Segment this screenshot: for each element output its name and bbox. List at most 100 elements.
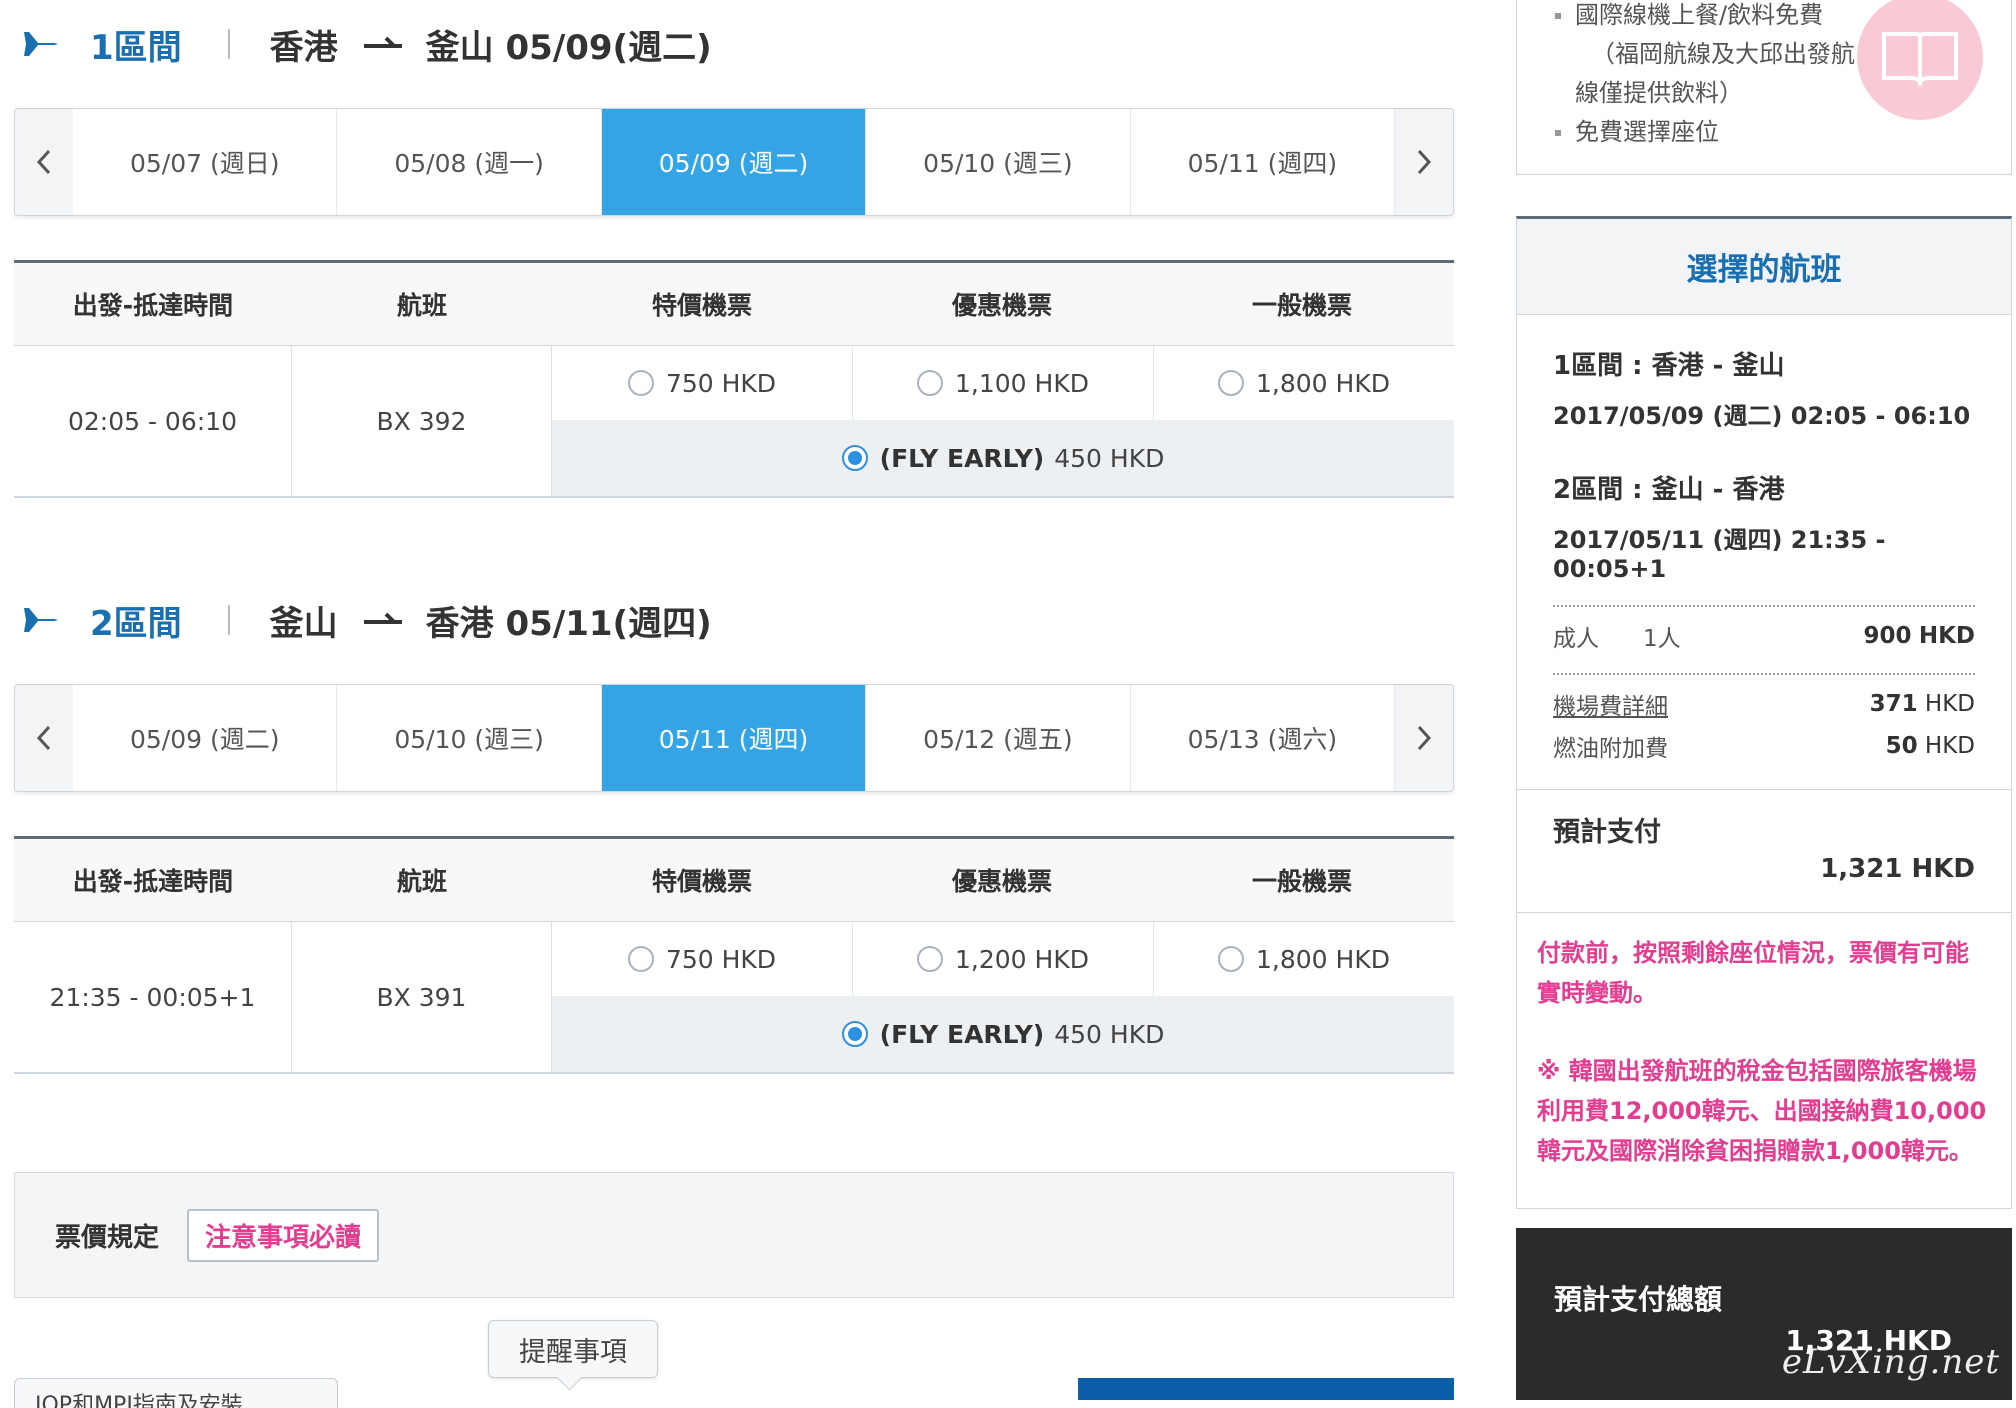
fuel-surcharge-row: 燃油附加費 50 HKD — [1553, 731, 1975, 762]
adult-count: 1人 — [1643, 626, 1681, 652]
airport-fee-row: 機場費詳細 371 HKD — [1553, 687, 1975, 721]
fare-radio-selected[interactable] — [841, 1021, 868, 1047]
date-tab[interactable]: 05/13 (週六) — [1130, 685, 1396, 791]
fuel-surcharge-label: 燃油附加費 — [1553, 736, 1668, 762]
table-row: 21:35 - 00:05+1 BX 391 750 HKD 1,200 HKD… — [14, 922, 1454, 1074]
origin-city: 香港 — [269, 27, 338, 68]
date-tab[interactable]: 05/09 (週二) — [73, 685, 338, 791]
column-header: 航班 — [396, 867, 447, 896]
table-row: 02:05 - 06:10 BX 392 750 HKD 1,100 HKD 1… — [14, 346, 1454, 498]
fare-price: 1,100 HKD — [955, 368, 1089, 398]
fare-radio[interactable] — [1218, 370, 1245, 396]
summary-seg1-detail: 2017/05/09 (週二) 02:05 - 06:10 — [1553, 402, 1971, 430]
watermark: eLvXing.net — [1781, 1342, 2000, 1382]
fare-price: 1,800 HKD — [1256, 944, 1390, 974]
fare-radio[interactable] — [917, 946, 944, 972]
fare-price: 750 HKD — [665, 944, 777, 974]
column-header: 航班 — [396, 291, 447, 320]
fare-option-fly-early[interactable]: (FLY EARLY) 450 HKD — [552, 996, 1454, 1072]
jop-mpi-guide-tab[interactable]: JOP和MPI指南及安裝 — [14, 1378, 338, 1408]
adult-amount: 900 — [1863, 623, 1912, 649]
summary-seg1-title: 1區間 : 香港 - 釜山 — [1553, 351, 1785, 381]
fare-radio[interactable] — [627, 946, 654, 972]
primary-action-bar[interactable] — [1078, 1378, 1454, 1400]
list-item: 免費選擇座位 — [1555, 113, 1855, 152]
column-header: 一般機票 — [1251, 867, 1352, 896]
segment1-flight-table: 出發-抵達時間 航班 特價機票 優惠機票 一般機票 02:05 - 06:10 … — [14, 260, 1454, 498]
prev-date-button[interactable] — [15, 109, 73, 215]
fare-price: 1,200 HKD — [955, 944, 1089, 974]
date-tab[interactable]: 05/10 (週三) — [866, 109, 1131, 215]
fare-option-regular[interactable]: 1,800 HKD — [1154, 922, 1454, 996]
next-date-button[interactable] — [1395, 685, 1453, 791]
chevron-left-icon — [36, 725, 51, 751]
estimate-label: 預計支付 — [1553, 817, 1661, 848]
segment1-date-carousel: 05/07 (週日) 05/08 (週一) 05/09 (週二) 05/10 (… — [14, 108, 1454, 216]
fare-options: 750 HKD 1,200 HKD 1,800 HKD (FLY EARLY) … — [552, 922, 1454, 1072]
summary-seg2-detail: 2017/05/11 (週四) 21:35 - 00:05+1 — [1553, 526, 1886, 583]
list-item: 國際線機上餐/飲料免費 — [1555, 0, 1855, 35]
estimated-payment: 預計支付 1,321 HKD — [1517, 789, 2011, 913]
date-tab[interactable]: 05/12 (週五) — [866, 685, 1131, 791]
airport-fee-amount: 371 — [1869, 691, 1918, 717]
fare-options: 750 HKD 1,100 HKD 1,800 HKD (FLY EARLY) … — [552, 346, 1454, 496]
notice-must-read-button[interactable]: 注意事項必讀 — [187, 1208, 380, 1262]
total-payment-box: 預計支付總額 1,321 HKD eLvXing.net — [1516, 1228, 2012, 1400]
benefits-list: 國際線機上餐/飲料免費 （福岡航線及大邱出發航 線僅提供飲料） 免費選擇座位 — [1555, 0, 1855, 152]
fare-price: 450 HKD — [1054, 443, 1165, 473]
fare-radio[interactable] — [1218, 946, 1245, 972]
reminder-button[interactable]: 提醒事項 — [488, 1320, 658, 1378]
fly-early-tag: (FLY EARLY) — [879, 1019, 1045, 1049]
chevron-left-icon — [36, 149, 51, 175]
currency: HKD — [1918, 623, 1975, 649]
date-tab[interactable]: 05/08 (週一) — [337, 109, 602, 215]
route-arrow-icon — [363, 36, 402, 48]
route-arrow-icon — [363, 612, 402, 624]
fare-option-discount[interactable]: 1,200 HKD — [853, 922, 1154, 996]
fare-option-special[interactable]: 750 HKD — [552, 922, 853, 996]
date-tab-selected[interactable]: 05/11 (週四) — [601, 685, 867, 791]
destination-date: 釜山 05/09(週二) — [425, 27, 712, 68]
segment2-header: 2區間 釜山 香港 05/11(週四) — [14, 590, 712, 650]
book-icon — [1882, 32, 1958, 87]
fare-option-discount[interactable]: 1,100 HKD — [853, 346, 1154, 420]
date-tab[interactable]: 05/10 (週三) — [337, 685, 602, 791]
fare-price: 750 HKD — [665, 368, 777, 398]
airport-fee-details-link[interactable]: 機場費詳細 — [1553, 687, 1668, 721]
notice-text: 付款前，按照剩餘座位情況，票價有可能實時變動。 — [1537, 939, 1969, 1007]
summary-seg2-title: 2區間 : 釜山 - 香港 — [1553, 475, 1785, 505]
currency: HKD — [1924, 691, 1975, 717]
fare-option-special[interactable]: 750 HKD — [552, 346, 853, 420]
date-tab-selected[interactable]: 05/09 (週二) — [601, 109, 867, 215]
segment2-flight-table: 出發-抵達時間 航班 特價機票 優惠機票 一般機票 21:35 - 00:05+… — [14, 836, 1454, 1074]
segment2-date-carousel: 05/09 (週二) 05/10 (週三) 05/11 (週四) 05/12 (… — [14, 684, 1454, 792]
segment-number: 2區間 — [90, 603, 182, 644]
date-tab[interactable]: 05/07 (週日) — [73, 109, 338, 215]
fare-radio-selected[interactable] — [841, 445, 868, 471]
fare-option-regular[interactable]: 1,800 HKD — [1154, 346, 1454, 420]
book-badge — [1857, 0, 1983, 120]
prev-date-button[interactable] — [15, 685, 73, 791]
flight-number: BX 391 — [292, 922, 552, 1072]
column-header: 特價機票 — [651, 291, 752, 320]
list-item: 線僅提供飲料） — [1575, 79, 1743, 107]
fuel-surcharge-amount: 50 — [1885, 733, 1918, 759]
divider — [227, 29, 230, 59]
adult-label: 成人 — [1553, 626, 1599, 652]
chevron-right-icon — [1417, 149, 1432, 175]
dotted-divider — [1553, 605, 1975, 607]
next-date-button[interactable] — [1395, 109, 1453, 215]
table-header: 出發-抵達時間 航班 特價機票 優惠機票 一般機票 — [14, 260, 1454, 346]
date-tab[interactable]: 05/11 (週四) — [1130, 109, 1396, 215]
fare-option-fly-early[interactable]: (FLY EARLY) 450 HKD — [552, 420, 1454, 496]
fare-radio[interactable] — [627, 370, 654, 396]
segment-number: 1區間 — [90, 27, 182, 68]
column-header: 出發-抵達時間 — [72, 867, 234, 896]
fare-rules-label: 票價規定 — [55, 1222, 160, 1253]
table-header: 出發-抵達時間 航班 特價機票 優惠機票 一般機票 — [14, 836, 1454, 922]
column-header: 優惠機票 — [951, 291, 1052, 320]
flight-number: BX 392 — [292, 346, 552, 496]
airplane-icon — [16, 32, 58, 56]
flight-time: 02:05 - 06:10 — [14, 346, 292, 496]
fare-radio[interactable] — [917, 370, 944, 396]
